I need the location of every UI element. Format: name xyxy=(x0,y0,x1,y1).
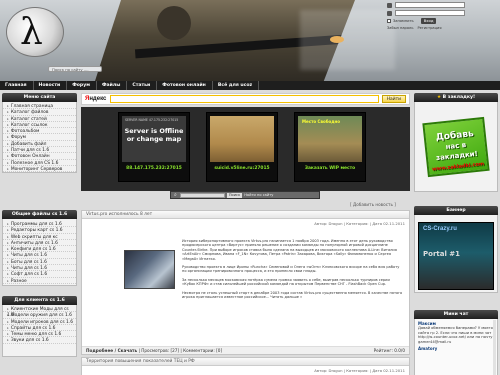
right-sidebar: ★ В закладку! Добавь нас в закладки! www… xyxy=(414,93,498,375)
banner-box: CS-Crazy.ru Portal #1 xyxy=(414,215,498,293)
article-thumbnail[interactable] xyxy=(124,250,175,289)
banner-title: Баннер xyxy=(414,206,498,215)
mini-chat: Максим Давай обменяемся банерами? У моег… xyxy=(414,319,498,375)
main-nav: Главная Новости Форум Файлы Статьи Фотов… xyxy=(0,81,500,90)
yandex-search-button[interactable]: Найти xyxy=(381,95,406,103)
user-icon xyxy=(387,2,392,8)
username-field[interactable] xyxy=(395,2,465,8)
server-screenshot: SERVER NAME 47.175.232:27015 Server is O… xyxy=(122,116,186,162)
login-button[interactable]: Вход xyxy=(420,18,437,24)
site-menu-title: Меню сайта xyxy=(2,93,77,102)
article-paragraph: Несмотря не столь успешный старт в декаб… xyxy=(182,290,403,300)
article-meta: Автор: Drogun | Категория: | Дата 02.11.… xyxy=(82,366,409,374)
lock-icon xyxy=(387,10,392,16)
client-files-menu: Клиентские Моды для cs 1.6 Модели оружия… xyxy=(2,305,77,357)
menu-item[interactable]: Звуки для cs 1.6 xyxy=(3,337,76,344)
search-icon: ⌕ xyxy=(174,192,177,198)
menu-item[interactable]: Мониторинг Серверов xyxy=(3,166,76,173)
chat-message: Давай обменяемся банерами? У моего сайта… xyxy=(418,326,493,344)
article-paragraph: Руководство проекта в лице Ирины «Runcha… xyxy=(182,265,400,274)
common-files-menu: Программы для cs 1.6 Редакторы карт cs 1… xyxy=(2,219,77,286)
login-panel: Запомнить Вход Забыл пароль Регистрация xyxy=(387,2,500,48)
yandex-search: Яндекс Найти xyxy=(81,93,410,105)
remember-label: Запомнить xyxy=(393,19,414,23)
chat-user[interactable]: Amatory xyxy=(418,346,494,351)
server-card[interactable]: Место Свободно Заказать WIP место xyxy=(294,112,366,182)
article-date: Автор: Drogun | Категория: | Дата 02.11.… xyxy=(314,367,405,373)
add-news-link[interactable]: [ Добавить новость ] xyxy=(350,202,396,207)
article-rating: Рейтинг: 0.0/0 xyxy=(373,348,405,353)
server-address: suicid.v5line.ru:27015 xyxy=(214,166,270,171)
forgot-password-link[interactable]: Забыл пароль xyxy=(387,26,413,30)
server-card[interactable]: suicid.v5line.ru:27015 xyxy=(206,112,278,182)
bookmarks-ad[interactable]: Добавь нас в закладки! www.zakladki.com xyxy=(422,116,490,178)
site-search-bar: ⌕ Поиск Найти по сайту xyxy=(170,191,320,199)
nav-articles[interactable]: Статьи xyxy=(127,81,158,90)
read-more-link[interactable]: Подробнее / Скачать xyxy=(86,348,137,353)
search-button[interactable]: Поиск xyxy=(226,192,243,198)
site-menu: Главная страница Каталог файлов Каталог … xyxy=(2,102,77,173)
server-address: Заказать WIP место xyxy=(304,166,356,171)
nav-forum[interactable]: Форум xyxy=(67,81,97,90)
page: λ Поиск по сайту .... Запомнить Вход Заб… xyxy=(0,0,500,375)
server-card[interactable]: SERVER NAME 47.175.232:27015 Server is O… xyxy=(118,112,190,182)
menu-item[interactable]: Модели игроков для cs 1.6 xyxy=(3,319,76,325)
header-banner: λ Поиск по сайту .... Запомнить Вход Заб… xyxy=(0,0,500,81)
mini-chat-title: Мини чат xyxy=(414,310,498,319)
article-title[interactable]: Территория повышения показателей ТЕЦ и Р… xyxy=(86,359,195,364)
article-date: Автор: Drogun | Категория: | Дата 02.11.… xyxy=(314,220,405,226)
server-map-screenshot: Место Свободно xyxy=(298,116,362,162)
site-search-input[interactable]: Поиск по сайту .... xyxy=(48,66,102,72)
bookmarks-box: Добавь нас в закладки! www.zakladki.com xyxy=(414,102,498,192)
nav-photo[interactable]: Фотовон онлайн xyxy=(157,81,213,90)
article-paragraph: За несколько месяцев московская пятёрка … xyxy=(182,277,390,287)
article-paragraph: История киберспортивного проекта Virtus.… xyxy=(182,239,397,261)
nav-files[interactable]: Файлы xyxy=(97,81,128,90)
server-map-screenshot xyxy=(210,116,274,162)
common-files-title: Общие файлы cs 1.6 xyxy=(2,210,77,219)
article-header: Virtus.pro исполнилось 8 лет xyxy=(82,211,409,219)
half-life-logo[interactable]: λ xyxy=(6,7,64,57)
nav-home[interactable]: Главная xyxy=(0,81,34,90)
nav-ucoz[interactable]: Всё для ucoz xyxy=(213,81,260,90)
remember-checkbox[interactable] xyxy=(387,19,391,23)
article-header: Территория повышения показателей ТЕЦ и Р… xyxy=(82,358,409,366)
menu-item[interactable]: Модели оружия для cs 1.6 xyxy=(3,312,76,319)
chat-scrollbar[interactable] xyxy=(493,320,496,375)
password-field[interactable] xyxy=(395,10,465,16)
news-article: Территория повышения показателей ТЕЦ и Р… xyxy=(81,357,410,375)
header-watermark xyxy=(300,10,395,70)
article-title[interactable]: Virtus.pro исполнилось 8 лет xyxy=(86,212,152,217)
search-field[interactable] xyxy=(179,192,225,198)
nav-news[interactable]: Новости xyxy=(34,81,68,90)
search-extra-link[interactable]: Найти по сайту xyxy=(242,193,275,198)
article-body: История киберспортивного проекта Virtus.… xyxy=(182,239,404,303)
yandex-logo: Яндекс xyxy=(85,96,107,102)
register-link[interactable]: Регистрация xyxy=(417,26,441,30)
left-sidebar: Меню сайта Главная страница Каталог файл… xyxy=(2,93,77,375)
lambda-icon: λ xyxy=(20,12,43,53)
article-stats: | Просмотров: [27] | Комментарии: [0] xyxy=(138,348,223,353)
menu-item[interactable]: Разное xyxy=(3,278,76,284)
article-footer: Подробнее / Скачать | Просмотров: [27] |… xyxy=(82,346,409,354)
news-article: Virtus.pro исполнилось 8 лет Автор: Drog… xyxy=(81,210,410,355)
server-address: 88.147.175.232:27015 xyxy=(126,166,182,171)
bookmarks-title: ★ В закладку! xyxy=(414,93,498,102)
server-monitor: SERVER NAME 47.175.232:27015 Server is O… xyxy=(81,107,410,191)
article-meta: Автор: Drogun | Категория: | Дата 02.11.… xyxy=(82,219,409,227)
cs-crazy-banner[interactable]: CS-Crazy.ru Portal #1 xyxy=(418,222,494,290)
client-files-title: Для клиента cs 1.6 xyxy=(2,296,77,305)
yandex-search-input[interactable] xyxy=(110,95,379,103)
